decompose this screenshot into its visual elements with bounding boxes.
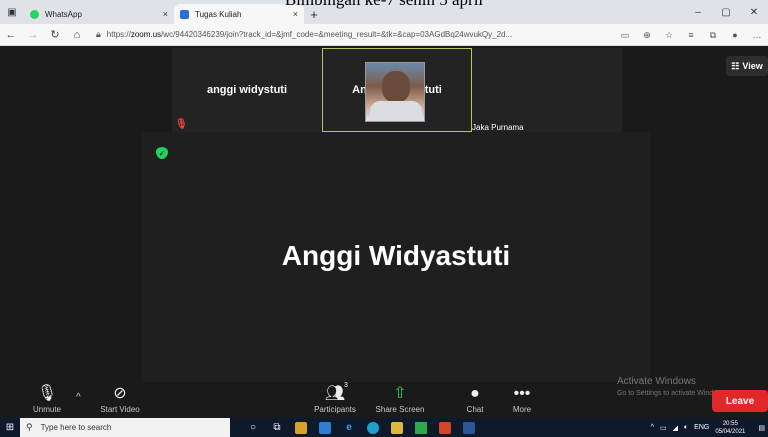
- close-tab-icon[interactable]: ×: [293, 9, 298, 19]
- unmute-button[interactable]: 🎙︎ Unmute: [22, 382, 72, 418]
- favorites-list-icon[interactable]: ≡: [680, 24, 702, 46]
- mail-icon[interactable]: [314, 418, 336, 437]
- tab-label: Tugas Kuliah: [195, 9, 242, 19]
- store-icon[interactable]: [290, 418, 312, 437]
- cortana-icon[interactable]: ○: [242, 418, 264, 437]
- participants-icon: 👥︎: [324, 385, 346, 402]
- url-host: zoom.us: [130, 30, 162, 39]
- participant-tile[interactable]: [472, 48, 622, 132]
- chat-label: Chat: [466, 405, 484, 414]
- image-caption: Bimbingan ke-7 senin 5 april: [0, 0, 768, 9]
- activate-title: Activate Windows: [617, 376, 696, 387]
- participants-label: Participants: [314, 405, 356, 414]
- zoom-favicon-icon: [180, 9, 189, 19]
- powerpoint-icon[interactable]: [434, 418, 456, 437]
- view-button[interactable]: ☷ View: [726, 56, 768, 76]
- language-indicator[interactable]: ENG: [694, 424, 709, 431]
- taskbar-search[interactable]: ⚲ Type here to search: [20, 418, 230, 437]
- refresh-icon[interactable]: ↻: [44, 24, 66, 46]
- chat-button[interactable]: ● Chat: [455, 382, 495, 418]
- participants-button[interactable]: 👥︎ Participants: [305, 382, 365, 418]
- tray-chevron-icon[interactable]: ^: [651, 424, 654, 431]
- screen: Bimbingan ke-7 senin 5 april ▣ WhatsApp …: [0, 0, 768, 437]
- lock-icon: 🔒︎: [96, 29, 101, 39]
- address-bar: ← → ↻ ⌂ 🔒︎ https://zoom.us/wc/9442034623…: [0, 24, 768, 46]
- share-screen-icon: ⇧: [393, 385, 407, 402]
- participant-name: anggi widystuti: [206, 84, 288, 96]
- participant-tile[interactable]: anggi widystuti 🎙︎: [172, 48, 322, 132]
- task-view-icon[interactable]: ⧉: [266, 418, 288, 437]
- ie-icon[interactable]: e: [338, 418, 360, 437]
- share-screen-button[interactable]: ⇧ Share Screen: [368, 382, 432, 418]
- participant-strip: anggi widystuti 🎙︎ Anggi Widyastuti Jaka…: [172, 48, 622, 132]
- more-button[interactable]: ••• More: [504, 382, 540, 418]
- profile-icon[interactable]: ●: [724, 24, 746, 46]
- unmute-label: Unmute: [32, 405, 61, 414]
- shirt-image: [370, 101, 422, 121]
- chat-icon: ●: [470, 385, 480, 402]
- word-icon[interactable]: [458, 418, 480, 437]
- volume-icon[interactable]: 🔈︎: [684, 424, 688, 432]
- start-video-button[interactable]: ⊘ Start Video: [92, 382, 148, 418]
- participant-name: Jaka Purnama: [472, 123, 524, 132]
- url-prefix: https://: [106, 30, 131, 39]
- zoom-meeting-area: anggi widystuti 🎙︎ Anggi Widyastuti Jaka…: [0, 46, 768, 382]
- start-video-label: Start Video: [100, 405, 140, 414]
- windows-start-icon[interactable]: ⊞: [0, 418, 20, 437]
- tab-label: WhatsApp: [45, 9, 82, 19]
- chevron-up-icon[interactable]: ^: [76, 392, 81, 403]
- home-icon[interactable]: ⌂: [66, 24, 88, 46]
- video-off-icon: ⊘: [113, 385, 127, 402]
- active-speaker-video: ✓ Anggi Widyastuti: [142, 132, 650, 382]
- search-icon: ⚲: [26, 422, 33, 432]
- search-placeholder: Type here to search: [40, 423, 112, 432]
- battery-icon[interactable]: ▭: [660, 424, 667, 432]
- url-field[interactable]: 🔒︎ https://zoom.us/wc/94420346239/join?t…: [96, 29, 566, 40]
- encryption-shield-icon[interactable]: ✓: [156, 147, 168, 159]
- face-image: [382, 71, 410, 103]
- activate-sub: Go to Settings to activate Windows.: [617, 390, 728, 397]
- windows-taskbar: ⊞ ⚲ Type here to search ○ ⧉ e ^ ▭ ◢ 🔈︎ E…: [0, 418, 768, 437]
- grid-icon: ☷: [731, 60, 740, 71]
- reading-view-icon[interactable]: ▭: [614, 24, 636, 46]
- muted-mic-icon: 🎙︎: [36, 385, 58, 402]
- muted-mic-icon: 🎙︎: [175, 119, 188, 130]
- activate-windows-watermark: Activate Windows Go to Settings to activ…: [617, 376, 728, 400]
- active-speaker-name: Anggi Widyastuti: [281, 240, 511, 271]
- favorite-icon[interactable]: ☆: [658, 24, 680, 46]
- explorer-icon[interactable]: [386, 418, 408, 437]
- view-label: View: [742, 61, 763, 71]
- participants-count: 3: [344, 382, 348, 389]
- collections-icon[interactable]: ⧉: [702, 24, 724, 46]
- wifi-icon[interactable]: ◢: [673, 424, 678, 432]
- clock[interactable]: 20:55 05/04/2021: [715, 420, 745, 436]
- system-tray: ^ ▭ ◢ 🔈︎ ENG 20:55 05/04/2021 ▤: [648, 418, 768, 437]
- close-tab-icon[interactable]: ×: [163, 9, 168, 19]
- forward-icon[interactable]: →: [22, 24, 44, 46]
- notification-icon[interactable]: ▤: [758, 424, 765, 432]
- leave-button[interactable]: Leave: [712, 390, 768, 412]
- more-icon: •••: [513, 385, 531, 402]
- participant-video: [365, 62, 425, 122]
- app-icon[interactable]: [410, 418, 432, 437]
- zoom-icon[interactable]: ⊕: [636, 24, 658, 46]
- address-bar-icons: ▭ ⊕ ☆ ≡ ⧉ ● …: [614, 24, 768, 46]
- share-screen-label: Share Screen: [375, 405, 425, 414]
- more-label: More: [512, 405, 532, 414]
- whatsapp-icon: [30, 9, 39, 19]
- clock-date: 05/04/2021: [715, 428, 746, 435]
- url-rest: /wc/94420346239/join?track_id=&jmf_code=…: [161, 30, 513, 39]
- edge-icon[interactable]: [362, 418, 384, 437]
- clock-time: 20:55: [722, 420, 738, 427]
- more-icon[interactable]: …: [746, 24, 768, 46]
- back-icon[interactable]: ←: [0, 24, 22, 46]
